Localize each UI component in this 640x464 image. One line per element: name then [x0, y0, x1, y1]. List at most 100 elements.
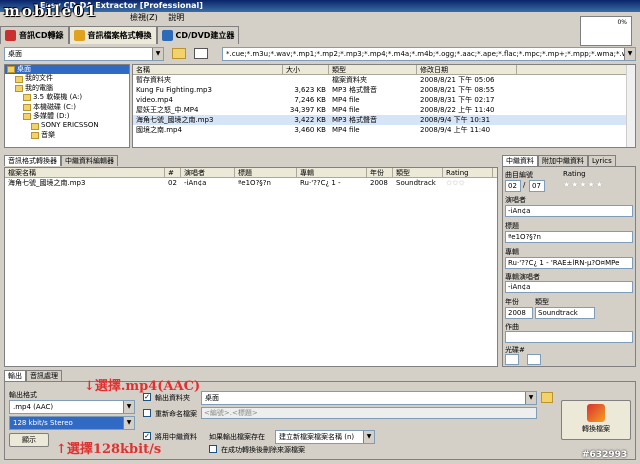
queue-column-header[interactable]: # — [165, 168, 181, 177]
tree-item[interactable]: 我的文件 — [5, 74, 129, 83]
output-folder-combo[interactable]: 桌面 ▼ — [201, 391, 537, 405]
folder-icon — [7, 66, 15, 74]
folder-icon — [23, 113, 31, 121]
tab-audio-processing[interactable]: 音訊處理 — [26, 370, 62, 381]
file-cell: 屋妖王之怒_中.MP4 — [136, 106, 199, 114]
tab-cd-ripper[interactable]: 音訊CD轉錄 — [0, 26, 69, 44]
title-field[interactable]: ªe1O?§?n — [505, 231, 633, 243]
folder-up-icon[interactable] — [172, 48, 186, 59]
track-total-field[interactable]: 07 — [529, 180, 545, 192]
composer-field[interactable] — [505, 331, 633, 343]
tree-item[interactable]: 桌面 — [5, 65, 129, 75]
column-header[interactable]: 類型 — [329, 65, 417, 74]
queue-column-header[interactable]: 標題 — [235, 168, 297, 177]
tree-item[interactable]: 3.5 軟碟機 (A:) — [5, 93, 129, 102]
meta-tabs: 中繼資料 附加中繼資料 Lyrics — [502, 155, 616, 166]
chevron-down-icon: ▼ — [624, 48, 635, 60]
browse-folder-icon[interactable] — [541, 392, 553, 403]
tree-item[interactable]: 音樂 — [5, 131, 129, 140]
file-cell: MP3 格式聲音 — [332, 116, 377, 124]
rename-checkbox[interactable] — [143, 409, 151, 417]
file-cell: 2008/8/31 下午 02:17 — [420, 96, 495, 104]
tab-metadata[interactable]: 中繼資料 — [502, 155, 538, 166]
menu-help[interactable]: 說明 — [168, 13, 184, 22]
file-row[interactable]: video.mp4 7,246 KB MP4 file 2008/8/31 下午 02… — [133, 95, 635, 105]
view-mode-icon[interactable] — [194, 48, 208, 59]
file-row[interactable]: 海角七號_國境之南.mp3 3,422 KB MP3 格式聲音 2008/9/4 下午… — [133, 115, 635, 125]
annotation-select-mp4: ↓選擇.mp4(AAC) — [84, 379, 201, 394]
artist-field[interactable]: -iAn¢a — [505, 205, 633, 217]
watermark-logo: mobile01 — [4, 2, 99, 20]
queue-column-header[interactable]: Rating — [443, 168, 493, 177]
tab-format-converter[interactable]: 音訊格式轉換器 — [4, 155, 61, 166]
file-list-scrollbar[interactable] — [626, 65, 635, 147]
file-cell: 2008/8/21 下午 05:06 — [420, 76, 495, 84]
queue-column-header[interactable]: 演唱者 — [181, 168, 235, 177]
delete-source-checkbox[interactable] — [209, 445, 217, 453]
bitrate-combo[interactable]: 128 kbit/s Stereo ▼ — [9, 416, 135, 430]
album-field[interactable]: Ru·'??C¿ 1 - 'RAE±lRN-µ?O¤MPe — [505, 257, 633, 269]
album-label: 專輯 — [505, 248, 519, 256]
file-cell: 國境之南.mp4 — [136, 126, 182, 134]
file-row[interactable]: Kung Fu Fighting.mp3 3,623 KB MP3 格式聲音 2008… — [133, 85, 635, 95]
tab-cd-dvd-creator[interactable]: CD/DVD建立器 — [156, 26, 240, 44]
image-id-tag: #632993 — [582, 450, 628, 460]
menu-view[interactable]: 檢視(Z) — [130, 13, 158, 22]
queue-cell: Soundtrack — [396, 179, 436, 187]
column-header[interactable]: 名稱 — [133, 65, 283, 74]
artist-label: 演唱者 — [505, 196, 526, 204]
rename-pattern-field[interactable]: <編號>.<標題> — [201, 407, 537, 419]
converter-tabs: 音訊格式轉換器 中繼資料編輯器 — [4, 155, 118, 166]
folder-icon — [31, 131, 39, 139]
convert-button[interactable]: 轉換檔案 — [561, 400, 631, 440]
rating-label: Rating — [563, 170, 586, 178]
queue-list[interactable]: 檔案名稱 # 演唱者 標題 專輯 年份 類型 Rating 海角七號_國境之南.mp3 02 -i… — [4, 167, 498, 367]
folder-tree[interactable]: 桌面 我的文件 我的電腦 3.5 軟碟機 (A:) 本機磁碟 (C:) 多媒體 (D:) S… — [4, 64, 130, 148]
show-button[interactable]: 顯示 — [9, 433, 49, 447]
tab-audio-converter[interactable]: 音訊檔案格式轉換 — [68, 26, 157, 44]
tree-item[interactable]: SONY ERICSSON — [5, 121, 129, 130]
genre-combo[interactable]: Soundtrack — [535, 307, 595, 319]
track-field[interactable]: 02 — [505, 180, 521, 192]
file-cell: 7,246 KB — [294, 96, 326, 104]
disc-burn-icon — [161, 30, 173, 41]
tab-lyrics[interactable]: Lyrics — [588, 155, 616, 166]
format-combo[interactable]: .mp4 (AAC) ▼ — [9, 400, 135, 414]
queue-row[interactable]: 海角七號_國境之南.mp3 02 -iAn¢a ªe1O?§?n Ru·'??C¿ 1 … — [5, 178, 497, 188]
file-exists-combo[interactable]: 建立新檔案檔案名稱 (n) ▼ — [275, 430, 375, 444]
column-header[interactable]: 修改日期 — [417, 65, 517, 74]
tab-metadata-editor[interactable]: 中繼資料編輯器 — [61, 155, 118, 166]
location-combo[interactable]: 桌面 ▼ — [4, 47, 164, 61]
disc-field[interactable] — [505, 354, 519, 365]
output-folder-checkbox[interactable]: ✓ — [143, 393, 151, 401]
file-cell: 3,460 KB — [294, 126, 326, 134]
queue-column-header[interactable]: 年份 — [367, 168, 393, 177]
queue-column-header[interactable]: 檔案名稱 — [5, 168, 165, 177]
file-row[interactable]: 暫存資料夾 檔案資料夾 2008/8/21 下午 05:06 — [133, 75, 635, 85]
folder-icon — [15, 75, 23, 83]
queue-column-header[interactable]: 專輯 — [297, 168, 367, 177]
year-field[interactable]: 2008 — [505, 307, 533, 319]
rating-stars[interactable]: ★★★★★ — [563, 180, 604, 189]
file-filter-combo[interactable]: *.cue;*.m3u;*.wav;*.mp1;*.mp2;*.mp3;*.mp… — [222, 47, 636, 61]
file-cell: 2008/8/22 上午 11:40 — [420, 106, 495, 114]
tree-item[interactable]: 多媒體 (D:) — [5, 112, 129, 121]
tree-item[interactable]: 本機磁碟 (C:) — [5, 103, 129, 112]
tree-item[interactable]: 我的電腦 — [5, 84, 129, 93]
disc-total-field[interactable] — [527, 354, 541, 365]
file-list[interactable]: 名稱 大小 類型 修改日期 暫存資料夾 檔案資料夾 2008/8/21 下午 05:06 K… — [132, 64, 636, 148]
chevron-down-icon: ▼ — [152, 48, 163, 60]
queue-column-header[interactable]: 類型 — [393, 168, 443, 177]
title-label: 標題 — [505, 222, 519, 230]
file-cell: video.mp4 — [136, 96, 173, 104]
file-cell: 海角七號_國境之南.mp3 — [136, 116, 214, 124]
file-cell: MP4 file — [332, 96, 360, 104]
file-row[interactable]: 國境之南.mp4 3,460 KB MP4 file 2008/9/4 上午 11:4… — [133, 125, 635, 135]
file-cell: 34,397 KB — [289, 106, 326, 114]
tab-extra-metadata[interactable]: 附加中繼資料 — [538, 155, 588, 166]
tab-output[interactable]: 輸出 — [4, 370, 26, 381]
album-artist-field[interactable]: -iAn¢a — [505, 281, 633, 293]
file-row[interactable]: 屋妖王之怒_中.MP4 34,397 KB MP4 file 2008/8/22 上午… — [133, 105, 635, 115]
column-header[interactable]: 大小 — [283, 65, 329, 74]
genre-label: 類型 — [535, 298, 549, 306]
